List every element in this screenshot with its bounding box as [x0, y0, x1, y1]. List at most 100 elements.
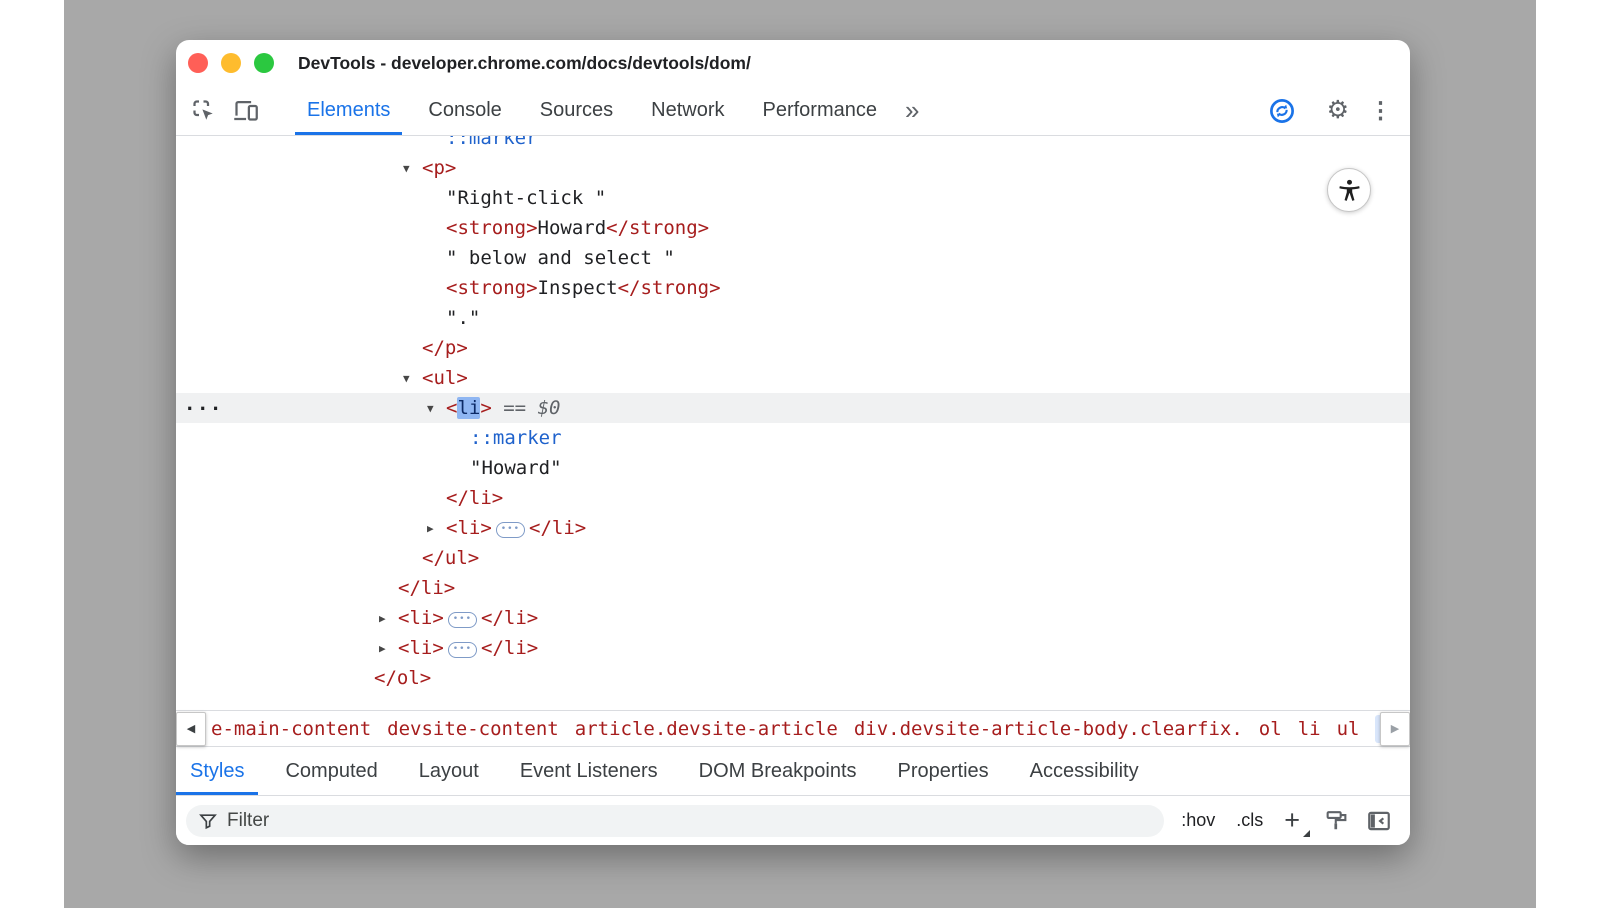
dom-token-text: "Right-click ": [446, 187, 606, 209]
dom-tree-row[interactable]: "Howard": [176, 453, 1410, 483]
dom-token-tag: <li>: [446, 517, 492, 539]
settings-gear-icon[interactable]: ⚙: [1327, 98, 1349, 123]
element-classes-button[interactable]: .cls: [1232, 808, 1267, 833]
dom-token-var: $0: [538, 397, 561, 419]
dom-token-tag: <p>: [422, 157, 456, 179]
toggle-element-state-button[interactable]: :hov: [1177, 808, 1219, 833]
dom-token-tag: <li>: [398, 607, 444, 629]
accessibility-fab[interactable]: [1327, 168, 1371, 212]
dom-token-tag: </li>: [481, 637, 538, 659]
dom-tree-row[interactable]: ▶<li>•••</li>: [176, 633, 1410, 663]
dom-token-tag: </li>: [481, 607, 538, 629]
dom-tree-row[interactable]: <strong>Howard</strong>: [176, 213, 1410, 243]
collapse-arrow-icon[interactable]: ▼: [403, 364, 422, 394]
dom-tree-row[interactable]: </li>: [176, 483, 1410, 513]
collapsed-content-icon[interactable]: •••: [448, 642, 477, 658]
dom-tree-row[interactable]: <strong>Inspect</strong>: [176, 273, 1410, 303]
dom-token-text: ".": [446, 307, 480, 329]
dom-token-tag: </ol>: [374, 667, 431, 689]
style-filter-input[interactable]: [227, 810, 1152, 832]
collapse-arrow-icon[interactable]: ▼: [403, 154, 422, 184]
breadcrumb-item-ol[interactable]: ol: [1259, 718, 1282, 740]
dom-tree-row[interactable]: </p>: [176, 333, 1410, 363]
panel-tab-event-listeners[interactable]: Event Listeners: [506, 747, 672, 795]
breadcrumb-item-li[interactable]: li: [1298, 718, 1321, 740]
breadcrumb-item-e-main-content[interactable]: e-main-content: [211, 718, 371, 740]
device-toolbar-icon[interactable]: [228, 94, 262, 128]
panel-tab-computed[interactable]: Computed: [271, 747, 391, 795]
panel-tab-styles[interactable]: Styles: [176, 747, 258, 795]
collapsed-content-icon[interactable]: •••: [448, 612, 477, 628]
expand-arrow-icon[interactable]: ▶: [379, 634, 398, 664]
dom-tree-row-selected[interactable]: ...▼<li> == $0: [176, 393, 1410, 423]
maximize-button[interactable]: [254, 53, 274, 73]
dom-token-tag: </strong>: [606, 217, 709, 239]
dom-token-text: Inspect: [538, 277, 618, 299]
dom-token-pseudo: ::marker: [470, 427, 562, 449]
dom-token-meta: ==: [492, 397, 538, 419]
panel-tab-properties[interactable]: Properties: [884, 747, 1003, 795]
dom-tree[interactable]: ::marker▼<p>"Right-click "<strong>Howard…: [176, 136, 1410, 693]
accessibility-person-icon: [1336, 177, 1363, 204]
style-filter-pill[interactable]: [186, 805, 1164, 837]
breadcrumb-scroll-right-icon[interactable]: ▶: [1380, 712, 1410, 746]
dom-tree-row[interactable]: "Right-click ": [176, 183, 1410, 213]
more-tabs-icon[interactable]: »: [905, 86, 919, 135]
dom-tree-row[interactable]: </ul>: [176, 543, 1410, 573]
collapse-arrow-icon[interactable]: ▼: [427, 394, 446, 424]
dom-token-tag: <strong>: [446, 217, 538, 239]
dom-token-text: Howard: [538, 217, 607, 239]
minimize-button[interactable]: [221, 53, 241, 73]
dom-token-tag: </p>: [422, 337, 468, 359]
dom-tree-row[interactable]: ::marker: [176, 423, 1410, 453]
dom-token-tag: </li>: [529, 517, 586, 539]
styles-toolbar: :hov .cls +: [176, 796, 1410, 845]
overflow-menu-icon[interactable]: ⋮: [1369, 99, 1392, 122]
dom-token-tag: >: [480, 397, 491, 419]
breadcrumb-bar: ◀ e-main-content devsite-content article.d…: [176, 710, 1410, 746]
breadcrumb-scroll-left-icon[interactable]: ◀: [176, 712, 206, 746]
dom-token-tag: <li>: [398, 637, 444, 659]
toolbar-tabs: Elements Console Sources Network Performance: [295, 86, 903, 135]
dom-token-tag: <: [446, 397, 457, 419]
dom-tree-row[interactable]: ▼<p>: [176, 153, 1410, 183]
dom-token-tag: </li>: [398, 577, 455, 599]
dom-tree-row[interactable]: ▶<li>•••</li>: [176, 603, 1410, 633]
dom-token-seltag[interactable]: li: [457, 397, 480, 419]
expand-arrow-icon[interactable]: ▶: [379, 604, 398, 634]
dom-tree-row[interactable]: </ol>: [176, 663, 1410, 693]
breadcrumb-item-div-devsite-article-body-clearfix[interactable]: div.devsite-article-body.clearfix.: [854, 718, 1243, 740]
window-controls: [188, 53, 274, 73]
panel-tab-accessibility[interactable]: Accessibility: [1016, 747, 1153, 795]
close-button[interactable]: [188, 53, 208, 73]
title-bar: DevTools - developer.chrome.com/docs/dev…: [176, 40, 1410, 86]
tab-console[interactable]: Console: [416, 86, 513, 135]
breadcrumb-item-article-devsite-article[interactable]: article.devsite-article: [575, 718, 838, 740]
dom-tree-row[interactable]: " below and select ": [176, 243, 1410, 273]
tab-performance[interactable]: Performance: [751, 86, 890, 135]
breadcrumb-item-devsite-content[interactable]: devsite-content: [387, 718, 559, 740]
inspect-element-icon[interactable]: [186, 94, 220, 128]
panel-tab-layout[interactable]: Layout: [405, 747, 493, 795]
row-more-actions-icon[interactable]: ...: [184, 389, 223, 419]
dom-tree-row[interactable]: ".": [176, 303, 1410, 333]
dom-token-tag: </ul>: [422, 547, 479, 569]
expand-arrow-icon[interactable]: ▶: [427, 514, 446, 544]
dom-tree-row[interactable]: </li>: [176, 573, 1410, 603]
paint-roller-icon[interactable]: [1321, 806, 1351, 836]
dom-tree-row[interactable]: ▶<li>•••</li>: [176, 513, 1410, 543]
dom-tree-row[interactable]: ::marker: [176, 136, 1410, 153]
new-style-rule-button[interactable]: +: [1280, 807, 1308, 834]
dom-tree-row[interactable]: ▼<ul>: [176, 363, 1410, 393]
breadcrumb-item-ul[interactable]: ul: [1337, 718, 1360, 740]
tab-elements[interactable]: Elements: [295, 86, 402, 135]
tab-sources[interactable]: Sources: [528, 86, 625, 135]
toggle-sidebar-icon[interactable]: [1364, 806, 1394, 836]
collapsed-content-icon[interactable]: •••: [496, 522, 525, 538]
panel-tab-dom-breakpoints[interactable]: DOM Breakpoints: [685, 747, 871, 795]
page-background: DevTools - developer.chrome.com/docs/dev…: [64, 0, 1536, 908]
dom-token-tag: </li>: [446, 487, 503, 509]
tab-network[interactable]: Network: [639, 86, 736, 135]
devtools-window: DevTools - developer.chrome.com/docs/dev…: [176, 40, 1410, 845]
sync-circle-icon[interactable]: [1265, 94, 1299, 128]
